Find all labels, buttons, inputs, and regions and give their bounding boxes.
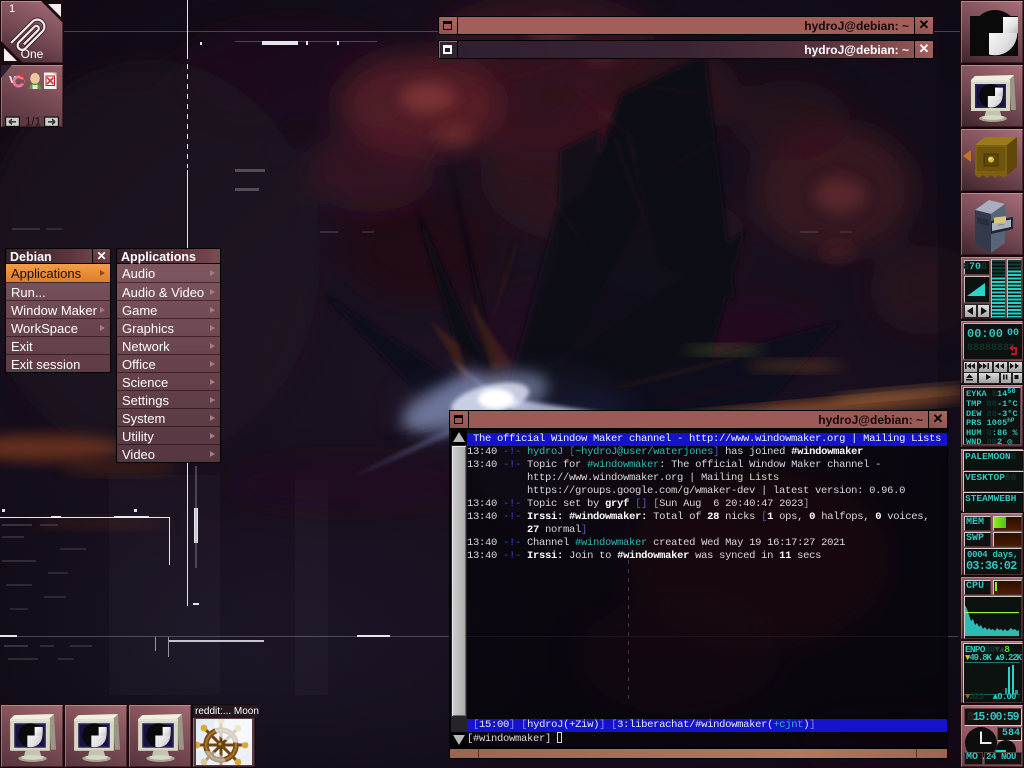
svg-text:1/1: 1/1 — [25, 117, 41, 128]
